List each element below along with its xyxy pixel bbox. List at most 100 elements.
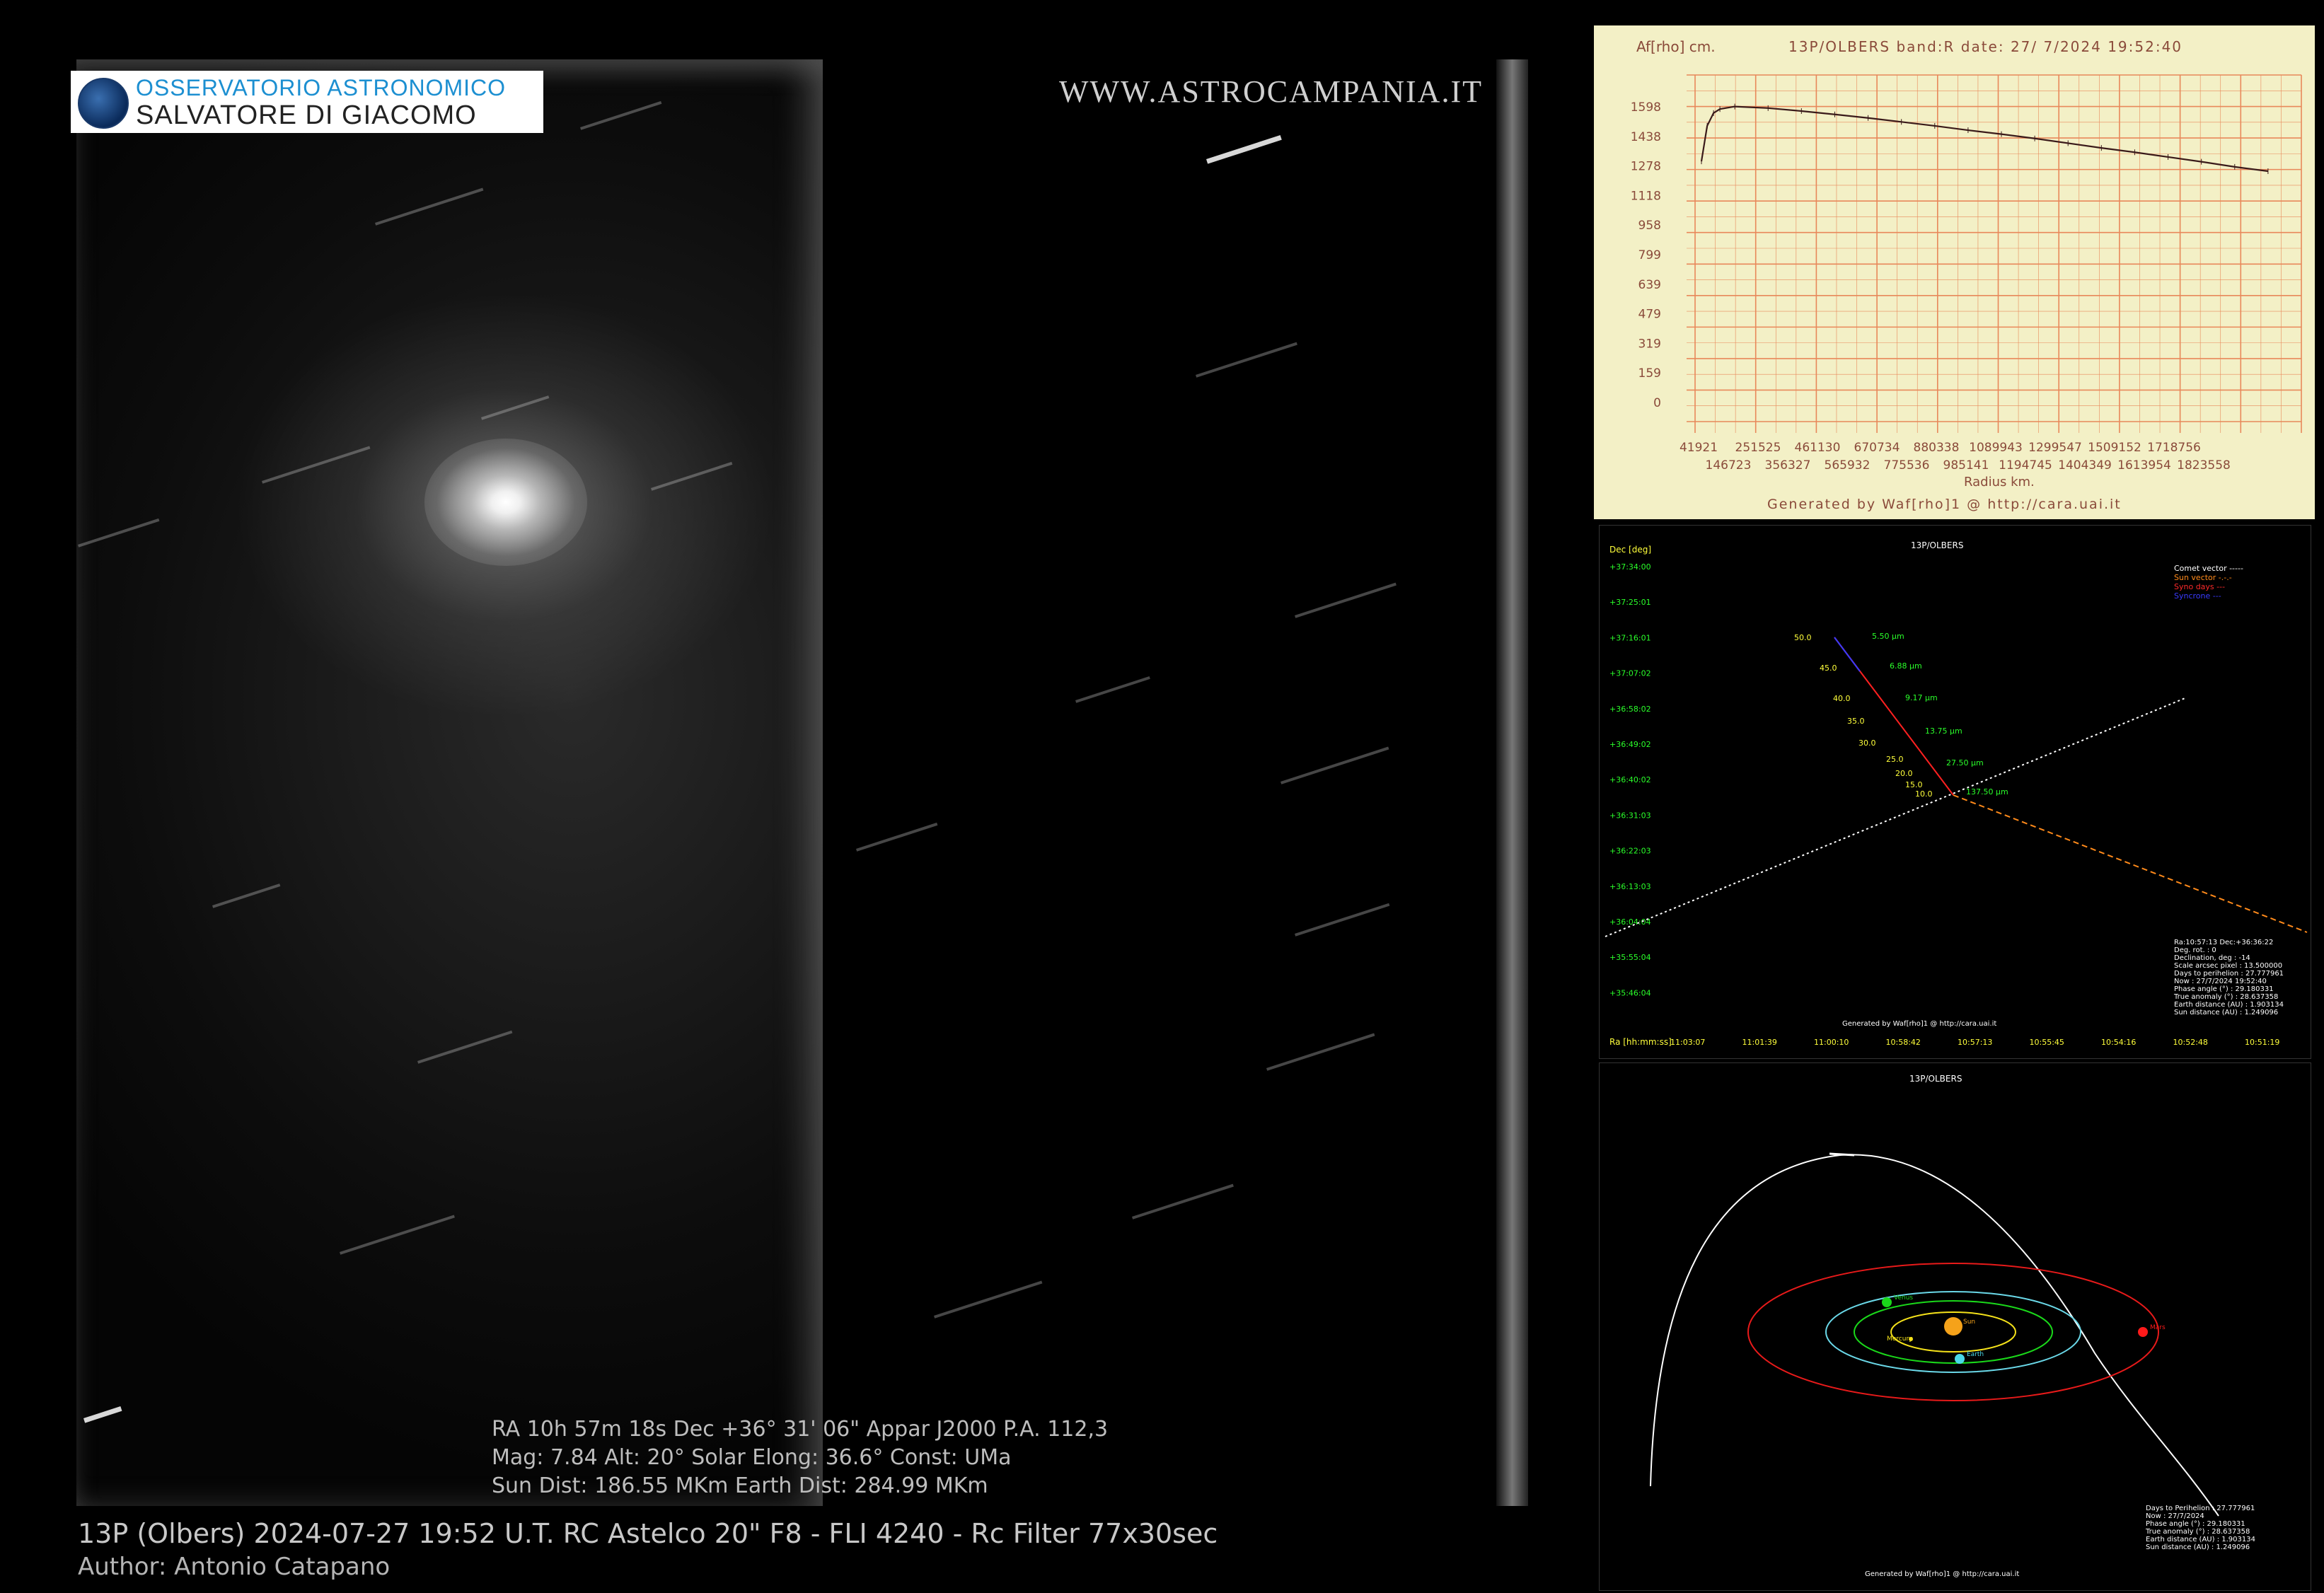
planet-label: Earth	[1967, 1351, 1984, 1358]
astrometry-info: Deg. rot. : 0	[2174, 946, 2216, 954]
comet-position-marker	[1829, 1152, 1855, 1157]
legend-entry: Syno days ---	[2174, 582, 2225, 591]
distance-overlay: Sun Dist: 186.55 MKm Earth Dist: 284.99 …	[492, 1473, 988, 1498]
dec-axis-label: Dec [deg]	[1609, 545, 1651, 555]
syno-label: 45.0	[1820, 664, 1837, 673]
comet-vector	[1605, 697, 2187, 937]
star-trail	[934, 1280, 1043, 1319]
dec-tick: +36:49:02	[1609, 740, 1651, 749]
ra-tick: 11:00:10	[1814, 1038, 1849, 1047]
sun-vector	[1953, 794, 2308, 933]
star-trail	[1196, 342, 1297, 378]
orbit-diagram: 13P/OLBERS Sun Mercury Venus Earth Mars Days t…	[1650, 1074, 2255, 1578]
orbit-title: 13P/OLBERS	[1909, 1074, 1962, 1084]
orbit-panel: 13P/OLBERS Sun Mercury Venus Earth Mars Days t…	[1599, 1062, 2311, 1591]
size-label: 6.88 μm	[1890, 661, 1922, 671]
afrho-ytick: 1598	[1631, 100, 1661, 115]
afrho-panel: Af[rho] cm. 13P/OLBERS band:R date: 27/ …	[1594, 25, 2315, 519]
planet-label: Sun	[1963, 1319, 1975, 1326]
dec-tick: +37:34:00	[1609, 562, 1651, 572]
afrho-ytick: 319	[1638, 337, 1661, 351]
syno-label: 20.0	[1895, 769, 1913, 778]
afrho-footer: Generated by Waf[rho]1 @ http://cara.uai…	[1767, 497, 2122, 512]
author-credit: Author: Antonio Catapano	[78, 1553, 391, 1581]
coordinates-overlay: RA 10h 57m 18s Dec +36° 31' 06" Appar J2…	[492, 1417, 1109, 1442]
size-label: 137.50 μm	[1966, 787, 2008, 796]
planet-label: Mars	[2150, 1324, 2166, 1331]
syndyne-chart: 13P/OLBERS Dec [deg] +37:34:00 +37:25:01 +37…	[1605, 540, 2308, 1047]
observatory-logo: OSSERVATORIO ASTRONOMICO SALVATORE DI GI…	[71, 71, 543, 133]
afrho-xtick: 1089943	[1969, 441, 2023, 455]
dec-tick: +36:31:03	[1609, 811, 1651, 820]
syno-label: 15.0	[1905, 780, 1923, 789]
logo-line1: OSSERVATORIO ASTRONOMICO	[136, 75, 507, 100]
comet-orbit	[1650, 1154, 2219, 1517]
afrho-xtick: 775536	[1884, 458, 1930, 473]
planet-earth-icon	[1955, 1354, 1965, 1364]
comet-coma	[424, 439, 587, 566]
afrho-xtick: 985141	[1943, 458, 1989, 473]
planet-sun-icon	[1944, 1317, 1962, 1336]
afrho-xtick: 1613954	[2117, 458, 2171, 473]
ra-tick: 10:52:48	[2173, 1038, 2208, 1047]
star-trail	[1295, 582, 1397, 618]
website-watermark: WWW.ASTROCAMPANIA.IT	[1059, 74, 1483, 109]
legend-entry: Comet vector -----	[2174, 564, 2243, 573]
astrometry-info: Earth distance (AU) : 1.903134	[2174, 1001, 2284, 1009]
afrho-ytick: 159	[1638, 366, 1661, 381]
afrho-xtick: 1299547	[2028, 441, 2082, 455]
planet-mars-icon	[2138, 1327, 2148, 1337]
size-label: 27.50 μm	[1946, 758, 1984, 767]
afrho-xtick: 1404349	[2058, 458, 2112, 473]
astrometry-info: Declination, deg : -14	[2174, 954, 2250, 962]
afrho-xtick: 461130	[1795, 441, 1841, 455]
afrho-ytick: 958	[1638, 219, 1661, 233]
afrho-ytick: 479	[1638, 308, 1661, 322]
afrho-xtick: 356327	[1765, 458, 1811, 473]
afrho-curve	[1700, 105, 2269, 173]
size-label: 9.17 μm	[1905, 693, 1938, 702]
ra-tick: 10:51:19	[2245, 1038, 2279, 1047]
ra-tick: 11:03:07	[1670, 1038, 1705, 1047]
dec-tick: +36:40:02	[1609, 775, 1651, 784]
afrho-ytick: 639	[1638, 278, 1661, 292]
orbit-info: Phase angle (°) : 29.180331	[2146, 1520, 2245, 1528]
astrometry-panel: 13P/OLBERS Dec [deg] +37:34:00 +37:25:01 +37…	[1599, 525, 2311, 1059]
ra-tick: 10:58:42	[1886, 1038, 1921, 1047]
astrometry-footer: Generated by Waf[rho]1 @ http://cara.uai…	[1842, 1020, 1996, 1028]
afrho-xtick: 41921	[1680, 441, 1718, 455]
star-trail	[856, 822, 938, 852]
dec-tick: +35:46:04	[1609, 988, 1651, 997]
star-trail	[1295, 903, 1390, 937]
astrometry-info: Days to perihelion : 27.777961	[2174, 970, 2284, 978]
astrometry-info: Scale arcsec pixel : 13.500000	[2174, 962, 2282, 970]
orbit-footer: Generated by Waf[rho]1 @ http://cara.uai…	[1865, 1570, 2019, 1578]
afrho-ytick: 1118	[1631, 189, 1661, 203]
legend-entry: Sun vector -.-.-	[2174, 573, 2232, 582]
logo-line2: SALVATORE DI GIACOMO	[136, 100, 477, 130]
ra-tick: 10:55:45	[2030, 1038, 2064, 1047]
magnitude-overlay: Mag: 7.84 Alt: 20° Solar Elong: 36.6° Co…	[492, 1445, 1012, 1470]
star-trail	[1075, 676, 1150, 703]
dec-tick: +36:22:03	[1609, 847, 1651, 856]
afrho-xtick: 146723	[1706, 458, 1752, 473]
ra-tick: 10:57:13	[1958, 1038, 1992, 1047]
dec-tick: +37:16:01	[1609, 633, 1651, 642]
star-trail	[1266, 1033, 1375, 1071]
syno-label: 10.0	[1915, 789, 1933, 799]
syno-label: 25.0	[1886, 755, 1904, 764]
ra-axis-label: Ra [hh:mm:ss]	[1609, 1037, 1672, 1047]
syno-label: 40.0	[1833, 694, 1851, 703]
size-label: 5.50 μm	[1872, 632, 1904, 641]
size-label: 13.75 μm	[1925, 726, 1962, 736]
syno-label: 50.0	[1794, 633, 1812, 642]
dec-tick: +37:25:01	[1609, 598, 1651, 607]
orbit-info: Now : 27/7/2024	[2146, 1512, 2204, 1520]
syncrone-line	[1834, 637, 1861, 672]
orbit-info: True anomaly (°) : 28.637358	[2145, 1528, 2250, 1536]
legend-entry: Syncrone ---	[2174, 591, 2221, 601]
planet-label: Venus	[1894, 1294, 1913, 1302]
afrho-chart: 1598 1438 1278 1118 958 799 639 479 319 159 0 41921…	[1631, 74, 2302, 473]
afrho-xtick: 1194745	[1999, 458, 2052, 473]
planet-venus-icon	[1882, 1297, 1892, 1307]
